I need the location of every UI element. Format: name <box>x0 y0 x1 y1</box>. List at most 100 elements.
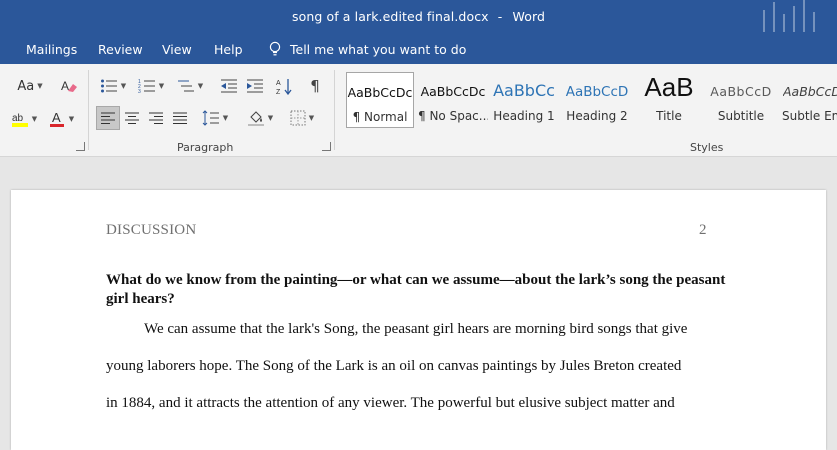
styles-group-label: Styles <box>690 141 724 154</box>
style-name: ¶ No Spac... <box>418 109 488 123</box>
tab-mailings[interactable]: Mailings <box>26 42 77 57</box>
sort-button[interactable]: A Z <box>274 76 296 96</box>
style-heading-2[interactable]: AaBbCcD Heading 2 <box>564 72 630 128</box>
paragraph-group-label: Paragraph <box>177 141 234 154</box>
svg-text:Z: Z <box>276 89 281 95</box>
clear-formatting-button[interactable]: A <box>58 76 80 96</box>
highlighter-icon: ab <box>11 113 28 127</box>
group-separator <box>88 70 89 150</box>
style-subtitle[interactable]: AaBbCcD Subtitle <box>708 72 774 128</box>
align-left-button[interactable] <box>96 106 120 130</box>
tab-help[interactable]: Help <box>214 42 243 57</box>
style-preview: AaBbCcDc <box>347 85 413 100</box>
multilevel-list-icon <box>177 80 194 92</box>
highlight-color-button[interactable]: ab ▼ <box>6 108 42 130</box>
borders-button[interactable]: ▼ <box>284 106 320 130</box>
style-preview: AaB <box>644 72 694 102</box>
font-color-button[interactable]: A ▼ <box>44 108 78 130</box>
style-name: Heading 1 <box>493 109 555 123</box>
chevron-down-icon: ▼ <box>120 82 127 90</box>
align-center-button[interactable] <box>121 106 143 130</box>
svg-text:A: A <box>61 79 69 93</box>
window-title: song of a lark.edited final.docx - Word <box>0 9 837 24</box>
ribbon-tabs: Mailings Review View Help Tell me what y… <box>0 34 837 64</box>
decrease-indent-button[interactable] <box>218 76 240 96</box>
style-normal[interactable]: AaBbCcDc ¶ Normal <box>346 72 414 128</box>
document-canvas: DISCUSSION 2 What do we know from the pa… <box>0 157 837 450</box>
svg-text:3: 3 <box>138 89 141 94</box>
chevron-down-icon: ▼ <box>267 114 274 122</box>
group-separator <box>334 70 335 150</box>
running-head: DISCUSSION <box>106 222 197 238</box>
chevron-down-icon: ▼ <box>158 82 165 90</box>
app-name: Word <box>512 9 545 24</box>
chevron-down-icon: ▼ <box>308 114 315 122</box>
style-heading-1[interactable]: AaBbCc Heading 1 <box>492 72 556 128</box>
style-subtle-emphasis[interactable]: AaBbCcD Subtle Em... <box>780 72 837 128</box>
svg-text:A: A <box>276 80 281 87</box>
title-bar: song of a lark.edited final.docx - Word <box>0 0 837 34</box>
shading-button[interactable]: ▼ <box>242 106 278 130</box>
align-right-button[interactable] <box>145 106 167 130</box>
svg-text:A: A <box>52 110 61 125</box>
document-filename: song of a lark.edited final.docx <box>292 9 489 24</box>
align-left-icon <box>101 112 115 124</box>
tab-review[interactable]: Review <box>98 42 143 57</box>
body-text-line: young laborers hope. The Song of the Lar… <box>106 358 682 374</box>
style-preview: AaBbCcD <box>710 84 772 99</box>
chevron-down-icon: ▼ <box>222 114 229 122</box>
align-right-icon <box>149 112 163 124</box>
borders-icon <box>290 110 306 126</box>
style-preview: AaBbCcD <box>565 84 629 100</box>
chevron-down-icon: ▼ <box>197 82 204 90</box>
paragraph-dialog-launcher[interactable] <box>322 142 331 151</box>
numbered-list-icon: 1 2 3 <box>138 79 155 94</box>
ribbon: Aa ▼ A ab ▼ A ▼ ▼ 1 2 3 ▼ ▼ A Z ¶ ▼ ▼ ▼ … <box>0 64 837 157</box>
tell-me-text: Tell me what you want to do <box>290 41 467 57</box>
tell-me-search[interactable]: Tell me what you want to do <box>268 41 466 57</box>
justify-icon <box>173 112 187 124</box>
svg-text:ab: ab <box>12 113 24 124</box>
bullets-button[interactable]: ▼ <box>96 76 130 96</box>
document-page[interactable]: DISCUSSION 2 What do we know from the pa… <box>11 190 826 450</box>
style-preview: AaBbCcDc <box>420 84 486 99</box>
lightbulb-icon <box>269 41 281 56</box>
show-formatting-marks-button[interactable]: ¶ <box>304 76 326 96</box>
style-title[interactable]: AaB Title <box>636 72 702 128</box>
page-number: 2 <box>699 222 707 238</box>
decrease-indent-icon <box>221 79 237 93</box>
style-name: ¶ Normal <box>352 110 408 124</box>
style-name: Subtitle <box>717 109 765 123</box>
chevron-down-icon: ▼ <box>68 115 75 123</box>
sort-icon: A Z <box>276 79 292 95</box>
numbering-button[interactable]: 1 2 3 ▼ <box>134 76 168 96</box>
question-heading: What do we know from the painting—or wha… <box>106 272 726 307</box>
body-text-line: in 1884, and it attracts the attention o… <box>106 395 675 411</box>
change-case-button[interactable]: Aa ▼ <box>12 76 48 96</box>
line-spacing-button[interactable]: ▼ <box>198 106 232 130</box>
font-dialog-launcher[interactable] <box>76 142 85 151</box>
chevron-down-icon: ▼ <box>31 115 38 123</box>
increase-indent-icon <box>247 79 263 93</box>
align-center-icon <box>125 112 139 124</box>
paint-bucket-icon <box>247 111 264 126</box>
style-no-spacing[interactable]: AaBbCcDc ¶ No Spac... <box>418 72 488 128</box>
chevron-down-icon: ▼ <box>37 82 43 90</box>
font-color-icon: A <box>49 110 64 127</box>
style-name: Subtle Em... <box>782 109 837 123</box>
bullet-list-icon <box>100 79 117 93</box>
multilevel-list-button[interactable]: ▼ <box>172 76 208 96</box>
pilcrow-icon: ¶ <box>310 77 320 95</box>
title-separator: - <box>497 9 503 24</box>
change-case-label: Aa <box>17 78 35 94</box>
line-spacing-icon <box>202 110 219 126</box>
style-preview: AaBbCcD <box>783 84 837 99</box>
increase-indent-button[interactable] <box>244 76 266 96</box>
style-name: Title <box>656 109 682 123</box>
justify-button[interactable] <box>169 106 191 130</box>
title-bar-decoration <box>759 0 831 34</box>
tab-view[interactable]: View <box>162 42 192 57</box>
style-preview: AaBbCc <box>493 81 555 100</box>
style-name: Heading 2 <box>566 109 628 123</box>
body-text-line: We can assume that the lark's Song, the … <box>144 321 688 337</box>
